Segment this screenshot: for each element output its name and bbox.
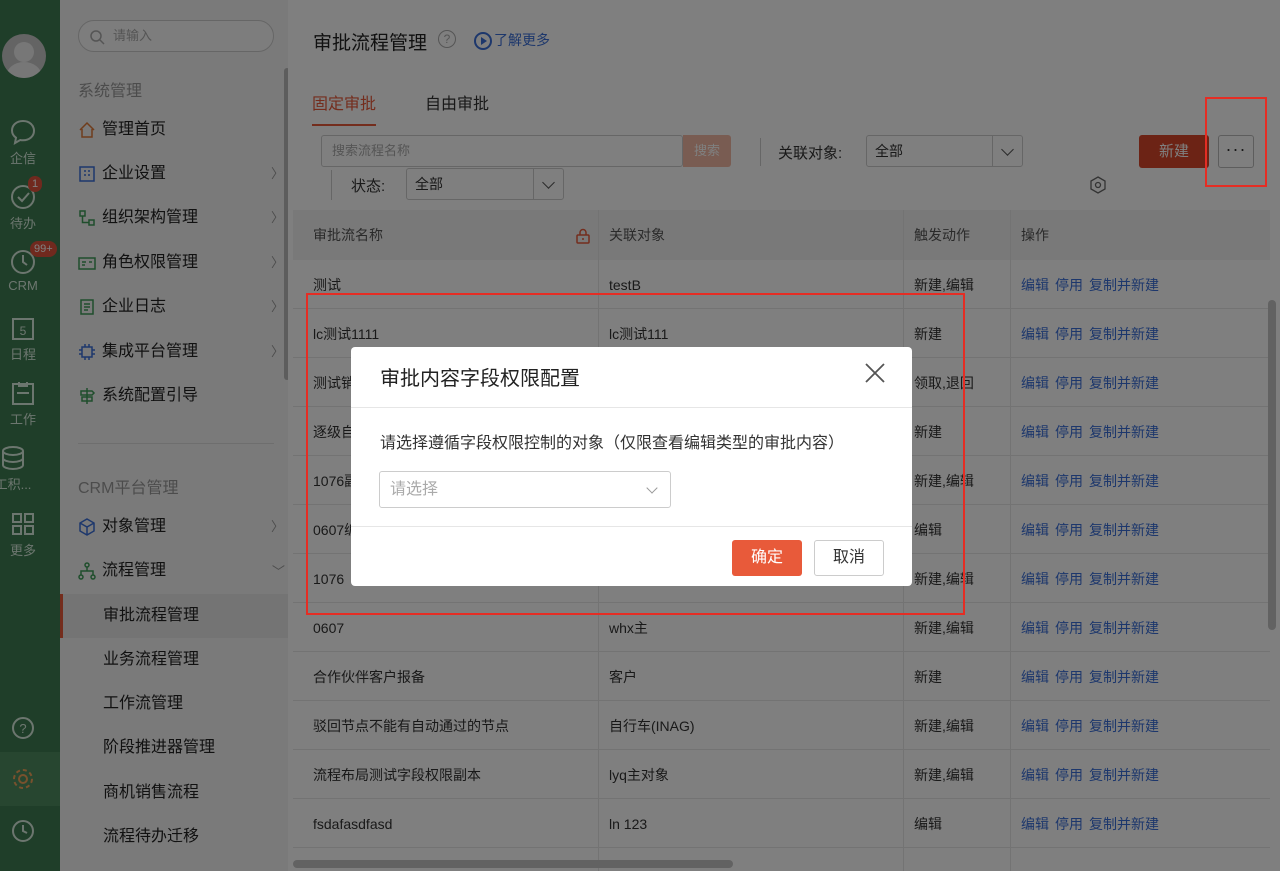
dialog-divider [351,407,912,408]
cancel-button[interactable]: 取消 [814,540,884,576]
dialog-divider [351,526,912,527]
field-permission-dialog: 审批内容字段权限配置 请选择遵循字段权限控制的对象（仅限查看编辑类型的审批内容）… [351,347,912,586]
object-select[interactable]: 请选择 [379,471,671,508]
dialog-title: 审批内容字段权限配置 [380,368,580,390]
close-icon[interactable] [863,361,887,385]
confirm-button[interactable]: 确定 [732,540,802,576]
annotation-box-more [1205,97,1267,187]
dialog-description: 请选择遵循字段权限控制的对象（仅限查看编辑类型的审批内容） [380,435,845,452]
